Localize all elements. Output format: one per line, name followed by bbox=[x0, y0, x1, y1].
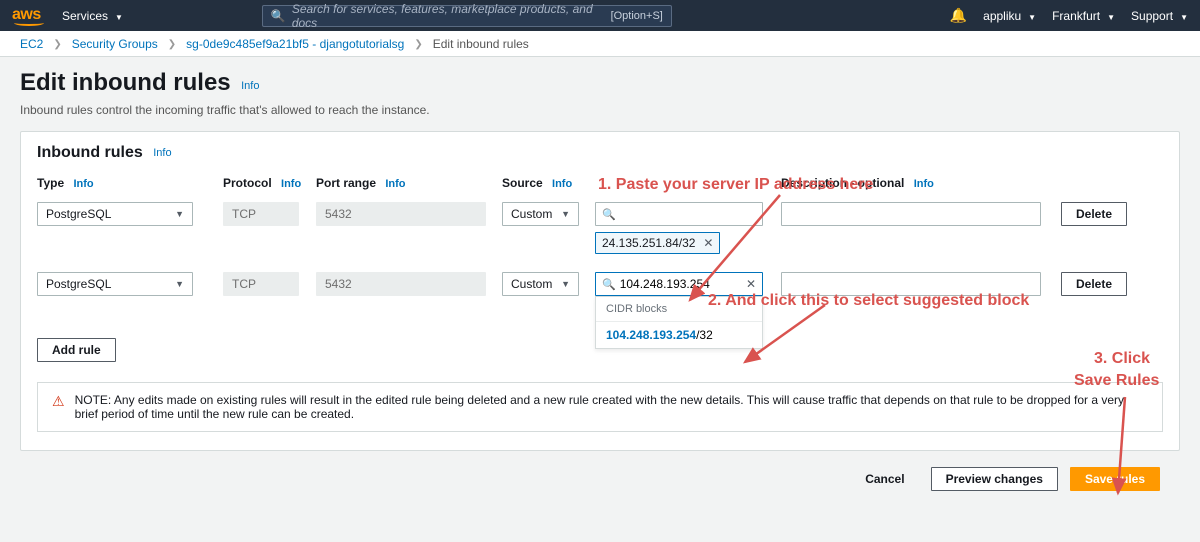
cancel-button[interactable]: Cancel bbox=[851, 467, 918, 491]
chevron-down-icon: ▼ bbox=[175, 279, 184, 289]
cidr-suggestion-dropdown: CIDR blocks 104.248.193.254/32 bbox=[595, 296, 763, 349]
description-input[interactable] bbox=[781, 202, 1041, 226]
page-title: Edit inbound rules bbox=[20, 69, 231, 97]
notifications-icon[interactable]: 🔔 bbox=[950, 7, 967, 24]
account-menu[interactable]: appliku bbox=[983, 9, 1036, 23]
chevron-down-icon: ▼ bbox=[175, 209, 184, 219]
page-subtitle: Inbound rules control the incoming traff… bbox=[20, 103, 1180, 117]
source-search[interactable]: 🔍 ✕ bbox=[595, 272, 763, 296]
breadcrumb: EC2 ❯ Security Groups ❯ sg-0de9c485ef9a2… bbox=[0, 31, 1200, 51]
chevron-right-icon: ❯ bbox=[414, 39, 422, 50]
global-search[interactable]: 🔍 Search for services, features, marketp… bbox=[262, 5, 672, 27]
source-mode-select[interactable]: Custom▼ bbox=[502, 202, 579, 226]
rule-row: PostgreSQL▼ TCP 5432 Custom▼ 🔍 ✕ CIDR bl… bbox=[37, 272, 1163, 296]
port-field: 5432 bbox=[316, 272, 486, 296]
top-nav: aws Services 🔍 Search for services, feat… bbox=[0, 0, 1200, 31]
info-link[interactable]: Info bbox=[281, 178, 301, 190]
delete-button[interactable]: Delete bbox=[1061, 202, 1127, 226]
port-field: 5432 bbox=[316, 202, 486, 226]
type-select[interactable]: PostgreSQL▼ bbox=[37, 272, 193, 296]
dropdown-heading: CIDR blocks bbox=[596, 297, 762, 321]
info-link[interactable]: Info bbox=[914, 178, 934, 190]
panel-title: Inbound rules bbox=[37, 144, 143, 162]
aws-logo[interactable]: aws bbox=[12, 6, 44, 26]
delete-button[interactable]: Delete bbox=[1061, 272, 1127, 296]
action-footer: Cancel Preview changes Save rules bbox=[0, 451, 1200, 491]
search-shortcut: [Option+S] bbox=[611, 10, 663, 22]
source-mode-select[interactable]: Custom▼ bbox=[502, 272, 579, 296]
protocol-field: TCP bbox=[223, 272, 299, 296]
search-icon: 🔍 bbox=[271, 9, 286, 23]
rule-row: PostgreSQL▼ TCP 5432 Custom▼ 🔍 24.135.25… bbox=[37, 202, 1163, 254]
source-search[interactable]: 🔍 bbox=[595, 202, 763, 226]
inbound-rules-panel: Inbound rules Info Type Info Protocol In… bbox=[20, 131, 1180, 451]
remove-chip-icon[interactable]: ✕ bbox=[703, 236, 713, 250]
col-description: Description - optional bbox=[781, 176, 904, 190]
search-icon: 🔍 bbox=[602, 278, 616, 291]
chevron-right-icon: ❯ bbox=[53, 39, 61, 50]
preview-changes-button[interactable]: Preview changes bbox=[931, 467, 1058, 491]
services-menu[interactable]: Services bbox=[62, 9, 123, 23]
save-rules-button[interactable]: Save rules bbox=[1070, 467, 1160, 491]
col-protocol: Protocol bbox=[223, 176, 272, 190]
region-menu[interactable]: Frankfurt bbox=[1052, 9, 1115, 23]
clear-icon[interactable]: ✕ bbox=[746, 277, 756, 291]
cidr-chip[interactable]: 24.135.251.84/32 ✕ bbox=[595, 232, 720, 254]
col-type: Type bbox=[37, 176, 64, 190]
crumb-current: Edit inbound rules bbox=[433, 37, 529, 51]
warning-note: ⚠ NOTE: Any edits made on existing rules… bbox=[37, 382, 1163, 432]
search-placeholder: Search for services, features, marketpla… bbox=[292, 2, 611, 30]
chevron-down-icon: ▼ bbox=[561, 209, 570, 219]
source-search-input[interactable] bbox=[620, 277, 746, 291]
crumb-security-groups[interactable]: Security Groups bbox=[72, 37, 158, 51]
info-link[interactable]: Info bbox=[73, 178, 93, 190]
add-rule-button[interactable]: Add rule bbox=[37, 338, 116, 362]
search-icon: 🔍 bbox=[602, 208, 616, 221]
warning-icon: ⚠ bbox=[52, 393, 65, 410]
info-link[interactable]: Info bbox=[241, 80, 259, 92]
cidr-suggestion-item[interactable]: 104.248.193.254/32 bbox=[596, 321, 762, 348]
col-source: Source bbox=[502, 176, 543, 190]
source-search-input[interactable] bbox=[620, 207, 756, 221]
chevron-right-icon: ❯ bbox=[168, 39, 176, 50]
type-select[interactable]: PostgreSQL▼ bbox=[37, 202, 193, 226]
chevron-down-icon: ▼ bbox=[561, 279, 570, 289]
info-link[interactable]: Info bbox=[385, 178, 405, 190]
info-link[interactable]: Info bbox=[153, 147, 171, 159]
support-menu[interactable]: Support bbox=[1131, 9, 1188, 23]
crumb-ec2[interactable]: EC2 bbox=[20, 37, 43, 51]
description-input[interactable] bbox=[781, 272, 1041, 296]
info-link[interactable]: Info bbox=[552, 178, 572, 190]
protocol-field: TCP bbox=[223, 202, 299, 226]
col-port: Port range bbox=[316, 176, 376, 190]
crumb-sg-id[interactable]: sg-0de9c485ef9a21bf5 - djangotutorialsg bbox=[186, 37, 404, 51]
